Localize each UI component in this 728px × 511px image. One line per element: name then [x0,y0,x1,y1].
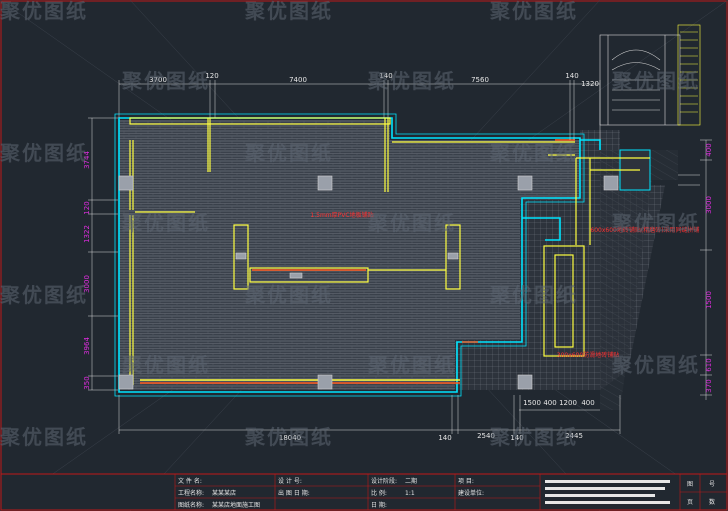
watermark-17: 聚优图纸 [367,353,456,377]
dim-bottom-small-1: 400 [543,399,556,407]
watermark-18: 聚优图纸 [611,353,700,377]
dim-right-2: 1500 [705,291,713,309]
watermark-14: 聚优图纸 [244,283,333,307]
watermark-1: 聚优图纸 [0,0,88,23]
dim-left-5: 350 [83,376,91,389]
dim-left-2: 1322 [83,225,91,243]
watermark-11: 聚优图纸 [367,211,456,235]
dim-left-4: 3964 [83,337,91,355]
watermark-13: 聚优图纸 [0,283,88,307]
tb-design-stage-label: 设计阶段: [371,477,397,485]
tb-scale-label: 比 例: [371,489,387,497]
watermark-10: 聚优图纸 [121,211,210,235]
dim-top-6: 1320 [581,80,599,88]
dims-left: 3744 120 1322 3000 3964 350 [83,151,91,390]
tb-proj-label: 项 目: [458,478,474,485]
tb-sheet-value: 号 [709,481,715,488]
annotation-tile-300: 300x600防滑地砖铺贴 [557,351,619,359]
watermark-16: 聚优图纸 [121,353,210,377]
tb-design-stage-value: 二期 [405,477,417,485]
dim-right-1: 3000 [705,196,713,214]
dim-left-1: 120 [83,201,91,214]
tb-date-label: 日 期: [371,501,387,509]
dim-bottom-small-3: 400 [581,399,594,407]
tb-client-label: 建设单位: [458,489,484,497]
dim-top-5: 140 [565,72,578,80]
dim-top-2: 7400 [289,76,307,84]
tb-pages-value: 数 [709,498,715,506]
annotation-pvc: 1.5mm厚PVC地板铺贴 [310,211,373,219]
watermark-7: 聚优图纸 [0,141,88,165]
watermark-15: 聚优图纸 [489,283,578,307]
tb-drawing-name-label: 图纸名称: [178,501,204,509]
watermark-9: 聚优图纸 [489,141,578,165]
watermark-3: 聚优图纸 [489,0,578,23]
dim-top-4: 7560 [471,76,489,84]
watermark-20: 聚优图纸 [244,425,333,449]
dim-right-3: 610 [705,358,713,371]
tb-drawing-name-value: 某某店地面施工图 [212,501,260,509]
cad-floor-plan: 3700 120 7400 140 7560 140 1320 3744 120… [0,0,728,511]
tb-project-name-label: 工程名称: [178,489,204,497]
watermark-21: 聚优图纸 [489,425,578,449]
tb-sheet-label: 图 [687,481,693,488]
tb-project-name-value: 某某某店 [212,489,236,497]
tb-file-name-label: 文 件 名: [178,477,202,485]
watermark-8: 聚优图纸 [244,141,333,165]
dim-right-0: 400 [705,143,713,156]
tb-drawing-no-label: 出 图 日 期: [278,489,310,497]
watermark-19: 聚优图纸 [0,425,88,449]
watermark-12: 聚优图纸 [611,211,700,235]
title-block: 文 件 名: 工程名称: 某某某店 图纸名称: 某某店地面施工图 设 计 号: … [0,473,728,511]
tb-design-no-label: 设 计 号: [278,477,302,485]
dim-right-4: 370 [705,379,713,392]
watermark-5: 聚优图纸 [367,69,456,93]
watermark-2: 聚优图纸 [244,0,333,23]
dim-bottom-small-0: 1500 [523,399,541,407]
dim-bottom-small-2: 1200 [559,399,577,407]
dim-bottom-1: 140 [438,434,451,442]
watermark-4: 聚优图纸 [121,69,210,93]
tb-scale-value: 1:1 [405,490,415,497]
tb-pages-label: 页 [687,499,693,506]
watermark-6: 聚优图纸 [611,69,700,93]
